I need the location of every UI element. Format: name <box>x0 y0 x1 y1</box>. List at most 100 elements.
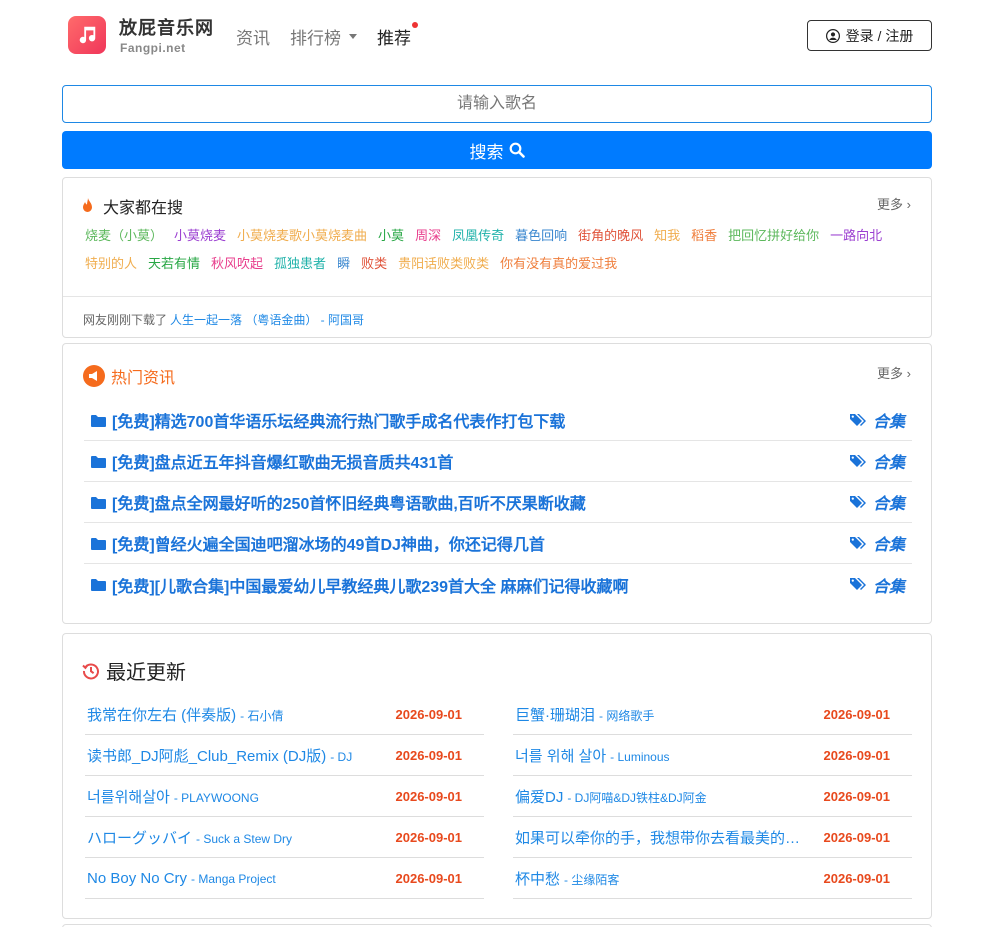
site-header: 放屁音乐网 Fangpi.net 资讯 排行榜 推荐 登录 / 注册 <box>0 0 992 72</box>
hot-search-tag[interactable]: 你有没有真的爱过我 <box>500 256 617 272</box>
folder-icon <box>91 414 106 427</box>
music-note-icon[interactable] <box>68 16 106 54</box>
song-row: 너를 위해 살아 - Luminous 2026-09-01 <box>513 735 912 776</box>
news-category-tag[interactable]: 合集 <box>849 408 905 432</box>
song-link[interactable]: 巨蟹·珊瑚泪 - 网络歌手 <box>515 704 815 725</box>
search-icon <box>509 142 525 158</box>
nav-item-news[interactable]: 资讯 <box>236 24 270 49</box>
song-date: 2026-09-01 <box>395 788 463 804</box>
song-title: No Boy No Cry <box>87 869 188 887</box>
hot-search-tag[interactable]: 周深 <box>415 228 441 244</box>
hot-search-tag[interactable]: 秋风吹起 <box>211 256 263 272</box>
news-category-tag[interactable]: 合集 <box>849 531 905 555</box>
hot-search-tag[interactable]: 败类 <box>361 256 387 272</box>
song-title: 我常在你左右 (伴奏版) <box>87 706 237 724</box>
tags-icon <box>849 413 866 426</box>
history-icon <box>82 662 99 679</box>
song-link[interactable]: 偏爱DJ - DJ阿喵&DJ铁柱&DJ阿金 <box>515 786 815 807</box>
news-link[interactable]: [免费]精选700首华语乐坛经典流行热门歌手成名代表作打包下载 <box>91 408 565 432</box>
song-title: 读书郎_DJ阿彪_Club_Remix (DJ版) <box>87 747 327 765</box>
news-item: [免费][儿歌合集]中国最爱幼儿早教经典儿歌239首大全 麻麻们记得收藏啊 合集 <box>84 564 912 605</box>
hot-search-card: 大家都在搜 更多 › 烧麦（小莫） 小莫烧麦 小莫烧麦歌小莫烧麦曲 小莫 周深 凤凰传奇暮… <box>62 177 932 338</box>
song-row: 偏爱DJ - DJ阿喵&DJ铁柱&DJ阿金 2026-09-01 <box>513 776 912 817</box>
song-link[interactable]: 너를 위해 살아 - Luminous <box>515 745 815 766</box>
news-link[interactable]: [免费]盘点近五年抖音爆红歌曲无损音质共431首 <box>91 449 453 473</box>
song-date: 2026-09-01 <box>823 829 891 845</box>
folder-icon <box>91 455 106 468</box>
news-link[interactable]: [免费]曾经火遍全国迪吧溜冰场的49首DJ神曲，你还记得几首 <box>91 531 545 555</box>
song-date: 2026-09-01 <box>823 870 891 886</box>
song-link[interactable]: No Boy No Cry - Manga Project <box>87 870 387 887</box>
hot-search-tag[interactable]: 街角的晚风 <box>578 228 643 244</box>
hot-search-more-link[interactable]: 更多 › <box>877 194 911 213</box>
song-date: 2026-09-01 <box>395 870 463 886</box>
song-link[interactable]: 如果可以牵你的手，我想带你去看最美的风景 <box>515 827 815 848</box>
song-artist: - Manga Project <box>191 871 276 886</box>
search-button[interactable]: 搜索 <box>62 131 932 169</box>
hot-search-tag[interactable]: 暮色回响 <box>515 228 567 244</box>
song-artist: - 石小倩 <box>240 708 284 723</box>
hot-search-tag[interactable]: 把回忆拼好给你 <box>728 228 819 244</box>
hot-search-tag[interactable]: 凤凰传奇 <box>452 228 504 244</box>
hot-search-tag[interactable]: 一路向北 <box>830 228 882 244</box>
song-row: 读书郎_DJ阿彪_Club_Remix (DJ版) - DJ 2026-09-01 <box>85 735 484 776</box>
search-input[interactable] <box>62 85 932 123</box>
recent-download-link[interactable]: 人生一起一落 （粤语金曲） - 阿国哥 <box>170 313 364 327</box>
news-link[interactable]: [免费]盘点全网最好听的250首怀旧经典粤语歌曲,百听不厌果断收藏 <box>91 490 586 514</box>
hot-search-tag[interactable]: 天若有情 <box>148 256 200 272</box>
login-register-button[interactable]: 登录 / 注册 <box>807 20 932 51</box>
song-date: 2026-09-01 <box>823 747 891 763</box>
news-category-tag[interactable]: 合集 <box>849 573 905 597</box>
hot-search-tag[interactable]: 烧麦（小莫） <box>85 228 163 244</box>
hot-news-more-link[interactable]: 更多 › <box>877 363 911 382</box>
news-category-tag[interactable]: 合集 <box>849 490 905 514</box>
song-row: 너를위해살아 - PLAYWOONG 2026-09-01 <box>85 776 484 817</box>
song-link[interactable]: 我常在你左右 (伴奏版) - 石小倩 <box>87 704 387 725</box>
news-category-tag[interactable]: 合集 <box>849 449 905 473</box>
tags-icon <box>849 578 866 590</box>
song-artist: - 尘缘陌客 <box>564 872 620 887</box>
site-name[interactable]: 放屁音乐网 <box>119 14 214 40</box>
hot-search-title: 大家都在搜 <box>81 194 183 218</box>
nav-item-recommend[interactable]: 推荐 <box>377 22 418 49</box>
main-nav: 资讯 排行榜 推荐 <box>236 22 431 49</box>
user-circle-icon <box>825 28 840 43</box>
song-artist: - DJ <box>330 749 353 764</box>
song-date: 2026-09-01 <box>823 706 891 722</box>
song-title: 杯中愁 <box>515 870 561 888</box>
song-link[interactable]: 너를위해살아 - PLAYWOONG <box>87 786 387 807</box>
hot-search-tag[interactable]: 孤独患者 <box>274 256 326 272</box>
hot-search-tag[interactable]: 瞬 <box>337 256 350 272</box>
song-title: 巨蟹·珊瑚泪 <box>515 706 595 724</box>
notification-dot <box>412 22 418 28</box>
hot-search-tag[interactable]: 小莫烧麦歌小莫烧麦曲 <box>237 228 367 244</box>
flame-icon <box>83 197 92 212</box>
hot-search-tag[interactable]: 稻香 <box>691 228 717 244</box>
hot-search-tag[interactable]: 小莫烧麦 <box>174 228 226 244</box>
hot-search-tags: 烧麦（小莫） 小莫烧麦 小莫烧麦歌小莫烧麦曲 小莫 周深 凤凰传奇 暮色回响 街角的晚风 知我稻… <box>85 228 915 272</box>
folder-icon <box>91 537 106 550</box>
song-artist: - 网络歌手 <box>599 708 655 723</box>
song-row: 我常在你左右 (伴奏版) - 石小倩 2026-09-01 <box>85 694 484 735</box>
news-item: [免费]盘点全网最好听的250首怀旧经典粤语歌曲,百听不厌果断收藏 合集 <box>84 482 912 523</box>
hot-search-tag[interactable]: 特别的人 <box>85 256 137 272</box>
nav-item-charts[interactable]: 排行榜 <box>290 24 357 49</box>
tags-icon <box>849 454 866 467</box>
site-domain: Fangpi.net <box>120 41 186 55</box>
song-title: 如果可以牵你的手，我想带你去看最美的风景 <box>515 829 811 847</box>
folder-icon <box>91 496 106 509</box>
song-link[interactable]: ハローグッバイ - Suck a Stew Dry <box>87 827 387 848</box>
song-link[interactable]: 读书郎_DJ阿彪_Club_Remix (DJ版) - DJ <box>87 745 387 766</box>
song-artist: - PLAYWOONG <box>173 790 259 805</box>
news-link[interactable]: [免费][儿歌合集]中国最爱幼儿早教经典儿歌239首大全 麻麻们记得收藏啊 <box>91 573 628 597</box>
hot-search-tag[interactable]: 小莫 <box>378 228 404 244</box>
latest-list-left: 我常在你左右 (伴奏版) - 石小倩 2026-09-01 读书郎_DJ阿彪_Club… <box>85 694 484 899</box>
megaphone-icon <box>83 365 105 387</box>
caret-down-icon <box>349 34 357 39</box>
hot-search-tag[interactable]: 知我 <box>654 228 680 244</box>
song-title: 너를 위해 살아 <box>515 747 607 765</box>
hot-search-tag[interactable]: 贵阳话败类败类 <box>398 256 489 272</box>
song-row: 巨蟹·珊瑚泪 - 网络歌手 2026-09-01 <box>513 694 912 735</box>
song-date: 2026-09-01 <box>395 706 463 722</box>
song-link[interactable]: 杯中愁 - 尘缘陌客 <box>515 868 815 889</box>
